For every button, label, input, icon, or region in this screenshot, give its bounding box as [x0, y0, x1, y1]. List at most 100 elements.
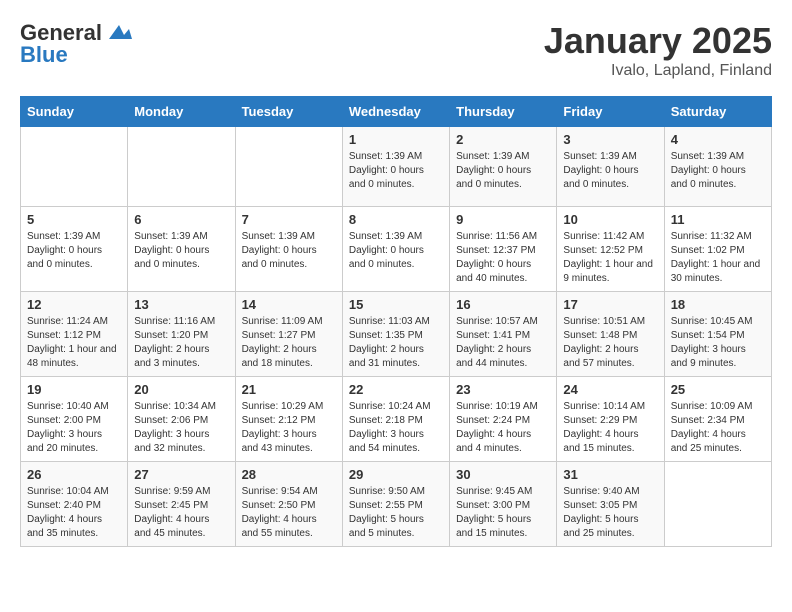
- day-info: Sunrise: 11:09 AM Sunset: 1:27 PM Daylig…: [242, 315, 336, 371]
- day-info: Sunrise: 9:50 AM Sunset: 2:55 PM Dayligh…: [349, 485, 443, 541]
- day-info: Sunset: 1:39 AM Daylight: 0 hours and 0 …: [27, 230, 121, 272]
- day-number: 15: [349, 297, 443, 312]
- day-number: 8: [349, 212, 443, 227]
- calendar-cell: [235, 127, 342, 207]
- calendar-cell: 24Sunrise: 10:14 AM Sunset: 2:29 PM Dayl…: [557, 377, 664, 462]
- day-info: Sunrise: 10:29 AM Sunset: 2:12 PM Daylig…: [242, 400, 336, 456]
- weekday-header-monday: Monday: [128, 97, 235, 127]
- day-number: 18: [671, 297, 765, 312]
- calendar-cell: 10 Sunrise: 11:42 AM Sunset: 12:52 PM Day…: [557, 207, 664, 292]
- day-number: 6: [134, 212, 228, 227]
- day-info: Sunrise: 10:09 AM Sunset: 2:34 PM Daylig…: [671, 400, 765, 456]
- weekday-header-sunday: Sunday: [21, 97, 128, 127]
- calendar-cell: [21, 127, 128, 207]
- day-number: 22: [349, 382, 443, 397]
- calendar-cell: 1 Sunset: 1:39 AM Daylight: 0 hours and 0…: [342, 127, 449, 207]
- day-info: Sunrise: 10:40 AM Sunset: 2:00 PM Daylig…: [27, 400, 121, 456]
- calendar-cell: [128, 127, 235, 207]
- calendar-cell: [664, 462, 771, 547]
- day-number: 10: [563, 212, 657, 227]
- day-info: Sunrise: 10:45 AM Sunset: 1:54 PM Daylig…: [671, 315, 765, 371]
- day-info: Sunset: 1:39 AM Daylight: 0 hours and 0 …: [242, 230, 336, 272]
- day-number: 7: [242, 212, 336, 227]
- day-number: 13: [134, 297, 228, 312]
- day-info: Sunset: 1:39 AM Daylight: 0 hours and 0 …: [671, 150, 765, 192]
- day-number: 1: [349, 132, 443, 147]
- calendar-cell: 20Sunrise: 10:34 AM Sunset: 2:06 PM Dayl…: [128, 377, 235, 462]
- calendar-cell: 26 Sunrise: 10:04 AM Sunset: 2:40 PM Dayl…: [21, 462, 128, 547]
- day-number: 14: [242, 297, 336, 312]
- calendar-cell: 2 Sunset: 1:39 AM Daylight: 0 hours and 0…: [450, 127, 557, 207]
- calendar-cell: 15 Sunrise: 11:03 AM Sunset: 1:35 PM Dayl…: [342, 292, 449, 377]
- logo-bird-icon: [104, 21, 134, 45]
- day-number: 4: [671, 132, 765, 147]
- day-number: 12: [27, 297, 121, 312]
- day-info: Sunset: 1:39 AM Daylight: 0 hours and 0 …: [134, 230, 228, 272]
- day-number: 28: [242, 467, 336, 482]
- day-number: 16: [456, 297, 550, 312]
- day-number: 27: [134, 467, 228, 482]
- calendar-cell: 18 Sunrise: 10:45 AM Sunset: 1:54 PM Dayl…: [664, 292, 771, 377]
- calendar-cell: 22 Sunrise: 10:24 AM Sunset: 2:18 PM Dayl…: [342, 377, 449, 462]
- day-number: 26: [27, 467, 121, 482]
- day-info: Sunrise: 9:45 AM Sunset: 3:00 PM Dayligh…: [456, 485, 550, 541]
- day-number: 21: [242, 382, 336, 397]
- calendar-cell: 28Sunrise: 9:54 AM Sunset: 2:50 PM Dayli…: [235, 462, 342, 547]
- weekday-header-row: SundayMondayTuesdayWednesdayThursdayFrid…: [21, 97, 772, 127]
- day-info: Sunrise: 11:42 AM Sunset: 12:52 PM Dayli…: [563, 230, 657, 286]
- calendar-cell: 19 Sunrise: 10:40 AM Sunset: 2:00 PM Dayl…: [21, 377, 128, 462]
- weekday-header-tuesday: Tuesday: [235, 97, 342, 127]
- calendar-week-5: 26 Sunrise: 10:04 AM Sunset: 2:40 PM Dayl…: [21, 462, 772, 547]
- day-number: 2: [456, 132, 550, 147]
- day-number: 3: [563, 132, 657, 147]
- calendar-cell: 5 Sunset: 1:39 AM Daylight: 0 hours and 0…: [21, 207, 128, 292]
- calendar-cell: 13 Sunrise: 11:16 AM Sunset: 1:20 PM Dayl…: [128, 292, 235, 377]
- calendar-cell: 14 Sunrise: 11:09 AM Sunset: 1:27 PM Dayl…: [235, 292, 342, 377]
- day-number: 19: [27, 382, 121, 397]
- calendar-cell: 8 Sunset: 1:39 AM Daylight: 0 hours and 0…: [342, 207, 449, 292]
- calendar-cell: 7 Sunset: 1:39 AM Daylight: 0 hours and 0…: [235, 207, 342, 292]
- day-info: Sunrise: 10:04 AM Sunset: 2:40 PM Daylig…: [27, 485, 121, 541]
- day-info: Sunrise: 11:16 AM Sunset: 1:20 PM Daylig…: [134, 315, 228, 371]
- day-info: Sunset: 1:39 AM Daylight: 0 hours and 0 …: [349, 230, 443, 272]
- calendar-cell: 21 Sunrise: 10:29 AM Sunset: 2:12 PM Dayl…: [235, 377, 342, 462]
- calendar-cell: 11 Sunrise: 11:32 AM Sunset: 1:02 PM Dayl…: [664, 207, 771, 292]
- calendar-cell: 25 Sunrise: 10:09 AM Sunset: 2:34 PM Dayl…: [664, 377, 771, 462]
- day-number: 31: [563, 467, 657, 482]
- day-info: Sunset: 1:39 AM Daylight: 0 hours and 0 …: [456, 150, 550, 192]
- weekday-header-friday: Friday: [557, 97, 664, 127]
- calendar-cell: 3 Sunset: 1:39 AM Daylight: 0 hours and 0…: [557, 127, 664, 207]
- calendar-cell: 6 Sunset: 1:39 AM Daylight: 0 hours and 0…: [128, 207, 235, 292]
- day-info: Sunrise: 11:56 AM Sunset: 12:37 PM Dayli…: [456, 230, 550, 286]
- calendar-cell: 12 Sunrise: 11:24 AM Sunset: 1:12 PM Dayl…: [21, 292, 128, 377]
- calendar-location: Ivalo, Lapland, Finland: [544, 62, 772, 80]
- weekday-header-thursday: Thursday: [450, 97, 557, 127]
- calendar-cell: 29Sunrise: 9:50 AM Sunset: 2:55 PM Dayli…: [342, 462, 449, 547]
- day-info: Sunrise: 10:24 AM Sunset: 2:18 PM Daylig…: [349, 400, 443, 456]
- calendar-cell: 30Sunrise: 9:45 AM Sunset: 3:00 PM Dayli…: [450, 462, 557, 547]
- day-info: Sunrise: 11:24 AM Sunset: 1:12 PM Daylig…: [27, 315, 121, 371]
- calendar-month-year: January 2025: [544, 20, 772, 62]
- day-info: Sunset: 1:39 AM Daylight: 0 hours and 0 …: [563, 150, 657, 192]
- day-number: 11: [671, 212, 765, 227]
- day-number: 25: [671, 382, 765, 397]
- day-info: Sunset: 1:39 AM Daylight: 0 hours and 0 …: [349, 150, 443, 192]
- weekday-header-wednesday: Wednesday: [342, 97, 449, 127]
- calendar-table: SundayMondayTuesdayWednesdayThursdayFrid…: [20, 96, 772, 547]
- day-info: Sunrise: 11:03 AM Sunset: 1:35 PM Daylig…: [349, 315, 443, 371]
- day-number: 17: [563, 297, 657, 312]
- page-header: General Blue January 2025 Ivalo, Lapland…: [20, 20, 772, 80]
- calendar-cell: 31 Sunrise: 9:40 AM Sunset: 3:05 PM Dayli…: [557, 462, 664, 547]
- day-info: Sunrise: 9:59 AM Sunset: 2:45 PM Dayligh…: [134, 485, 228, 541]
- calendar-cell: 23Sunrise: 10:19 AM Sunset: 2:24 PM Dayl…: [450, 377, 557, 462]
- calendar-cell: 17 Sunrise: 10:51 AM Sunset: 1:48 PM Dayl…: [557, 292, 664, 377]
- day-info: Sunrise: 10:34 AM Sunset: 2:06 PM Daylig…: [134, 400, 228, 456]
- day-info: Sunrise: 10:51 AM Sunset: 1:48 PM Daylig…: [563, 315, 657, 371]
- calendar-cell: 16Sunrise: 10:57 AM Sunset: 1:41 PM Dayl…: [450, 292, 557, 377]
- calendar-body: 1 Sunset: 1:39 AM Daylight: 0 hours and 0…: [21, 127, 772, 547]
- day-info: Sunrise: 11:32 AM Sunset: 1:02 PM Daylig…: [671, 230, 765, 286]
- day-info: Sunrise: 10:14 AM Sunset: 2:29 PM Daylig…: [563, 400, 657, 456]
- day-number: 5: [27, 212, 121, 227]
- day-info: Sunrise: 9:40 AM Sunset: 3:05 PM Dayligh…: [563, 485, 657, 541]
- calendar-week-3: 12 Sunrise: 11:24 AM Sunset: 1:12 PM Dayl…: [21, 292, 772, 377]
